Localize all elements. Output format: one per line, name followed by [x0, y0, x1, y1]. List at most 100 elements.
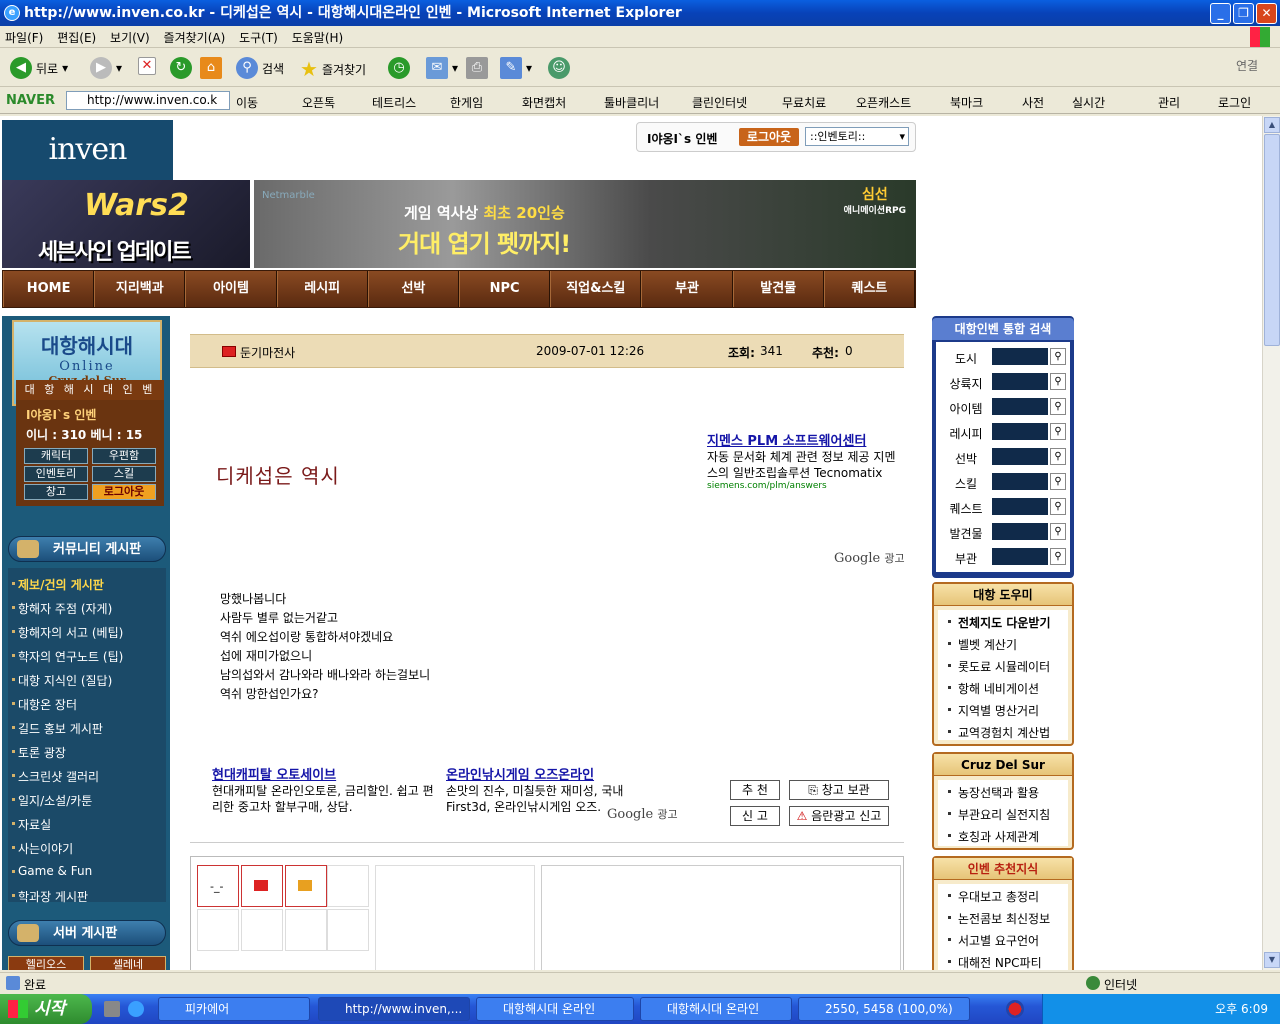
nav-quest[interactable]: 퀘스트: [823, 271, 916, 307]
forward-button[interactable]: ▶ ▾: [90, 57, 122, 79]
emoticon-cell[interactable]: [241, 909, 283, 951]
naver-item-login[interactable]: 로그인: [1218, 94, 1251, 111]
update-banner[interactable]: Wars2 세븐사인 업데이트: [2, 180, 250, 268]
nav-discovery[interactable]: 발견물: [732, 271, 824, 307]
board-screenshot[interactable]: 스크린샷 갤러리: [11, 768, 99, 785]
history-button[interactable]: ◷: [388, 57, 410, 79]
logout-button[interactable]: 로그아웃: [739, 128, 799, 146]
close-button[interactable]: ✕: [1256, 3, 1277, 24]
nav-item[interactable]: 아이템: [185, 271, 277, 307]
nav-geography[interactable]: 지리백과: [94, 271, 186, 307]
board-qna[interactable]: 대항 지식인 (질답): [11, 672, 112, 689]
menu-file[interactable]: 파일(F): [0, 26, 48, 49]
search-icon[interactable]: ⚲: [1050, 473, 1066, 490]
search-input[interactable]: [992, 448, 1048, 465]
nav-job-skill[interactable]: 직업&스킬: [550, 271, 642, 307]
helper-item[interactable]: 지역별 명산거리: [947, 702, 1039, 719]
vertical-scrollbar[interactable]: ▲ ▼: [1262, 116, 1280, 970]
emoticon-cell[interactable]: [241, 865, 283, 907]
menu-help[interactable]: 도움말(H): [287, 26, 349, 49]
emoticon-cell[interactable]: [197, 909, 239, 951]
search-input[interactable]: [992, 423, 1048, 440]
favorites-button[interactable]: ★ 즐겨찾기: [300, 57, 366, 81]
cruz-item[interactable]: 호칭과 사제관계: [947, 828, 1039, 845]
scroll-up-icon[interactable]: ▲: [1264, 117, 1280, 133]
ad-title[interactable]: 온라인낚시게임 오즈온라인: [446, 764, 646, 783]
nav-recipe[interactable]: 레시피: [276, 271, 368, 307]
board-dean[interactable]: 학과장 게시판: [11, 888, 88, 905]
board-library[interactable]: 항해자의 서고 (베팁): [11, 624, 123, 641]
nav-ship[interactable]: 선박: [367, 271, 460, 307]
minimize-button[interactable]: _: [1210, 3, 1231, 24]
article-author[interactable]: 둔기마전사: [240, 344, 295, 361]
board-debate[interactable]: 토론 광장: [12, 744, 66, 761]
google-ad-bottom-1[interactable]: 현대캐피탈 오토세이브 현대캐피탈 온라인오토론, 금리할인. 쉽고 편리한 중…: [212, 764, 442, 815]
board-gamefun[interactable]: Game & Fun: [11, 864, 92, 878]
task-ie[interactable]: http://www.inven,...: [318, 997, 470, 1021]
search-icon[interactable]: ⚲: [1050, 523, 1066, 540]
board-tavern[interactable]: 항해자 주점 (자게): [11, 600, 112, 617]
maximize-button[interactable]: ❐: [1233, 3, 1254, 24]
menu-tools[interactable]: 도구(T): [234, 26, 283, 49]
desktop-icon[interactable]: [104, 1001, 120, 1017]
search-icon[interactable]: ⚲: [1050, 448, 1066, 465]
naver-item-tetris[interactable]: 테트리스: [372, 94, 416, 111]
helper-item[interactable]: 롯도료 시뮬레이터: [947, 658, 1050, 675]
emoticon-cell[interactable]: -_-: [197, 865, 239, 907]
warehouse-button[interactable]: 창고: [24, 484, 88, 500]
search-icon[interactable]: ⚲: [1050, 423, 1066, 440]
recommend-item[interactable]: 서고별 요구언어: [947, 932, 1039, 949]
ad-banner[interactable]: Netmarble 게임 역사상 최초 20인승 거대 엽기 펫까지! 심선 애니…: [254, 180, 916, 268]
inven-logo[interactable]: inven: [2, 120, 173, 180]
ad-url[interactable]: siemens.com/plm/answers: [707, 481, 901, 491]
print-button[interactable]: ⎙: [466, 57, 488, 79]
search-input[interactable]: [992, 398, 1048, 415]
scroll-down-icon[interactable]: ▼: [1264, 952, 1280, 968]
stop-button[interactable]: ✕: [138, 57, 156, 75]
nav-npc[interactable]: NPC: [459, 271, 551, 307]
menu-view[interactable]: 보기(V): [105, 26, 155, 49]
search-button[interactable]: ⚲ 검색: [236, 57, 284, 79]
recommend-item[interactable]: 논전콤보 최신정보: [947, 910, 1050, 927]
inventory-button[interactable]: 인벤토리: [24, 466, 88, 482]
emoticon-cell[interactable]: [285, 909, 327, 951]
go-button[interactable]: 이동: [236, 94, 258, 111]
spam-report-button[interactable]: ⚠ 음란광고 신고: [789, 806, 889, 826]
server-helios[interactable]: 헬리오스: [8, 956, 84, 970]
board-research[interactable]: 학자의 연구노트 (팁): [11, 648, 123, 665]
naver-item-manage[interactable]: 관리: [1158, 94, 1180, 111]
ad-title[interactable]: 현대캐피탈 오토세이브: [212, 764, 442, 783]
naver-item-capture[interactable]: 화면캡처: [522, 94, 566, 111]
address-input[interactable]: http://www.inven.co.k: [66, 91, 230, 110]
search-input[interactable]: [992, 498, 1048, 515]
mail-button[interactable]: ✉ ▾: [426, 57, 458, 79]
home-button[interactable]: ⌂: [200, 57, 222, 79]
task-picaair[interactable]: 피카에어: [158, 997, 310, 1021]
search-icon[interactable]: ⚲: [1050, 398, 1066, 415]
skill-button[interactable]: 스킬: [92, 466, 156, 482]
menu-favorites[interactable]: 즐겨찾기(A): [159, 26, 231, 49]
board-journal[interactable]: 일지/소설/카툰: [11, 792, 92, 809]
search-input[interactable]: [992, 373, 1048, 390]
board-market[interactable]: 대항온 장터: [11, 696, 77, 713]
cruz-item[interactable]: 농장선택과 활용: [947, 784, 1039, 801]
google-ad-top[interactable]: 지멘스 PLM 소프트웨어센터 자동 문서화 체계 관련 정보 제공 지멘스의 …: [707, 430, 901, 491]
scroll-thumb[interactable]: [1264, 134, 1280, 346]
naver-item-opencast[interactable]: 오픈캐스트: [856, 94, 911, 111]
board-guild[interactable]: 길드 홍보 게시판: [12, 720, 103, 737]
links-label[interactable]: 연결: [1236, 57, 1258, 74]
report-button[interactable]: 신 고: [730, 806, 780, 826]
emoticon-cell[interactable]: [285, 865, 327, 907]
nav-home[interactable]: HOME: [3, 271, 95, 307]
search-input[interactable]: [992, 348, 1048, 365]
search-icon[interactable]: ⚲: [1050, 498, 1066, 515]
nav-adjutant[interactable]: 부관: [641, 271, 733, 307]
naver-item-hangame[interactable]: 한게임: [450, 94, 483, 111]
helper-item[interactable]: 전체지도 다운받기: [948, 614, 1051, 631]
naver-item-dictionary[interactable]: 사전: [1022, 94, 1044, 111]
naver-item-opentalk[interactable]: 오픈톡: [302, 94, 335, 111]
board-report[interactable]: 제보/건의 게시판: [12, 576, 104, 593]
naver-item-bookmark[interactable]: 북마크: [950, 94, 983, 111]
comment-textarea[interactable]: [541, 865, 901, 970]
server-selene[interactable]: 셀레네: [90, 956, 166, 970]
